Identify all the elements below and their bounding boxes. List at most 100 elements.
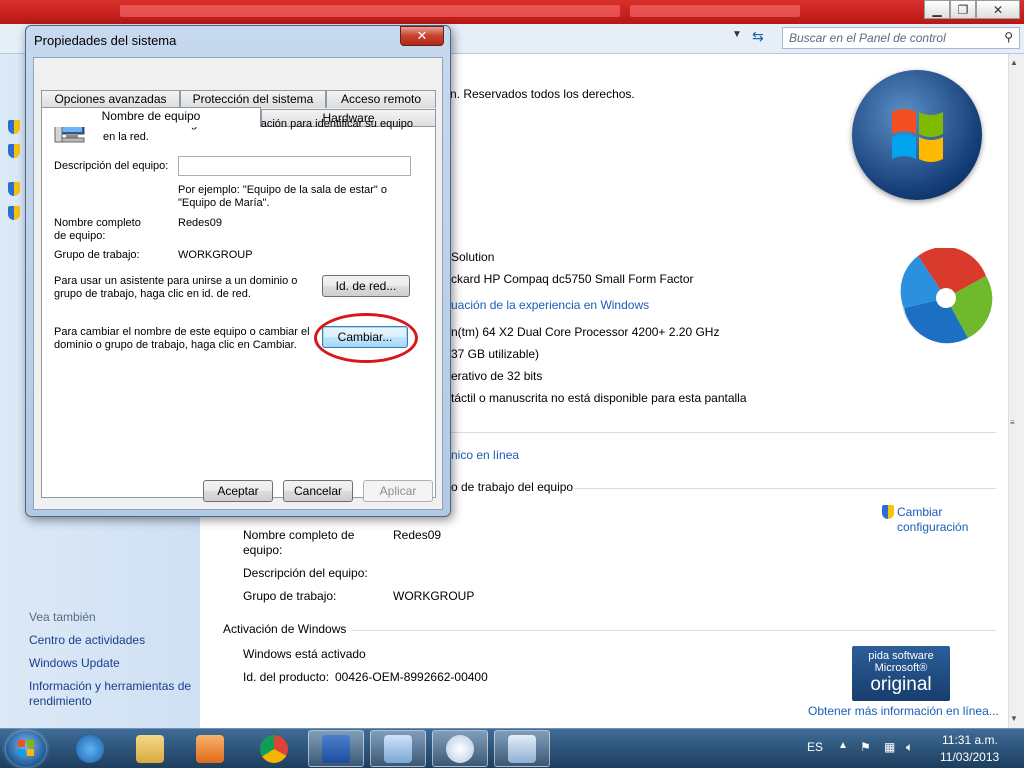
- workgroup-label: Grupo de trabajo:: [54, 249, 140, 261]
- genuine-microsoft-badge: pida software Microsoft® original: [852, 646, 950, 701]
- taskbar-paint[interactable]: [432, 730, 488, 767]
- full-name-value: Redes09: [393, 528, 442, 542]
- computer-section-header: o de trabajo del equipo: [451, 480, 574, 494]
- taskbar-control-panel[interactable]: [370, 730, 426, 767]
- example-text-line2: "Equipo de María".: [178, 197, 270, 209]
- scroll-down-icon[interactable]: ▼: [1010, 714, 1018, 723]
- highlight-circle: [314, 313, 418, 363]
- windows-flag-icon: [892, 109, 943, 162]
- taskbar-word[interactable]: [308, 730, 364, 767]
- full-name-label: Nombre completo de: [243, 528, 355, 542]
- system-line-os-type: erativo de 32 bits: [451, 369, 543, 383]
- paint-icon: [446, 734, 474, 763]
- ok-button[interactable]: Aceptar: [203, 480, 273, 502]
- copyright-text: n. Reservados todos los derechos.: [450, 87, 635, 101]
- start-button[interactable]: [6, 731, 46, 767]
- taskbar-media-player[interactable]: [182, 730, 238, 767]
- genuine-line2: Microsoft®: [874, 662, 928, 674]
- intro-text-line2: en la red.: [103, 131, 149, 143]
- taskbar-chrome[interactable]: [246, 730, 302, 767]
- address-dropdown-icon[interactable]: ▼: [732, 29, 742, 40]
- word-icon: [322, 734, 350, 763]
- system-line-model: ckard HP Compaq dc5750 Small Form Factor: [451, 272, 694, 286]
- apply-button[interactable]: Aplicar: [363, 480, 433, 502]
- description-input[interactable]: [178, 156, 411, 176]
- maximize-button[interactable]: ❐: [950, 0, 976, 19]
- close-icon: ✕: [416, 28, 428, 43]
- language-indicator[interactable]: ES: [807, 740, 823, 754]
- system-properties-dialog: Propiedades del sistema ✕ Opciones avanz…: [25, 25, 451, 517]
- product-id-value: 00426-OEM-8992662-00400: [335, 670, 488, 684]
- experience-index-link[interactable]: uación de la experiencia en Windows: [451, 298, 649, 312]
- network-id-button[interactable]: Id. de red...: [322, 275, 410, 297]
- refresh-icon[interactable]: ⇆: [752, 28, 772, 48]
- product-id-label: Id. del producto:: [243, 670, 330, 684]
- cancel-button[interactable]: Cancelar: [283, 480, 353, 502]
- see-also-windows-update[interactable]: Windows Update: [29, 656, 120, 670]
- tab-advanced-options[interactable]: Opciones avanzadas: [41, 90, 180, 108]
- shield-icon: [8, 206, 20, 220]
- performance-tools-icon: [900, 248, 993, 344]
- taskbar-explorer[interactable]: [122, 730, 178, 767]
- volume-icon[interactable]: 🔈︎: [906, 740, 913, 755]
- activation-header: Activación de Windows: [223, 622, 347, 636]
- action-center-flag-icon[interactable]: ⚑: [860, 740, 871, 754]
- tray-expand-icon[interactable]: ▲: [838, 740, 848, 751]
- shield-icon: [8, 144, 20, 158]
- workgroup-label: Grupo de trabajo:: [243, 589, 337, 603]
- example-text: Por ejemplo: "Equipo de la sala de estar…: [178, 184, 387, 196]
- network-icon[interactable]: ▦: [884, 740, 895, 754]
- folder-icon: [136, 734, 164, 763]
- windows-logo: [852, 70, 982, 200]
- scroll-grip-icon[interactable]: ≡: [1010, 418, 1015, 427]
- description-label: Descripción del equipo:: [243, 566, 368, 580]
- join-domain-text-line2: grupo de trabajo, haga clic en id. de re…: [54, 288, 251, 300]
- control-panel-icon: [384, 734, 412, 763]
- search-icon[interactable]: ⚲: [1004, 30, 1013, 44]
- search-input[interactable]: Buscar en el Panel de control ⚲: [782, 27, 1020, 49]
- computer-icon: [508, 734, 536, 763]
- tab-system-protection[interactable]: Protección del sistema: [180, 90, 326, 108]
- system-line-touch: táctil o manuscrita no está disponible p…: [451, 391, 747, 405]
- change-settings-link-line2[interactable]: configuración: [897, 520, 968, 534]
- chrome-icon: [260, 734, 288, 763]
- windows-start-icon: [18, 740, 34, 756]
- system-line-memory: 37 GB utilizable): [451, 347, 540, 361]
- tab-computer-name[interactable]: Nombre de equipo: [41, 107, 261, 127]
- system-line-manufacturer: Solution: [451, 250, 495, 264]
- taskbar-internet-explorer[interactable]: [62, 730, 118, 767]
- close-window-button[interactable]: ✕: [976, 0, 1020, 19]
- full-name-label-line2: de equipo:: [54, 230, 106, 242]
- background-window-titlebar: [0, 0, 1024, 24]
- taskbar-system-properties[interactable]: [494, 730, 550, 767]
- blurred-tools: [630, 5, 800, 17]
- shield-icon: [8, 120, 20, 134]
- system-line-processor: n(tm) 64 X2 Dual Core Processor 4200+ 2.…: [451, 325, 720, 339]
- tab-remote-access[interactable]: Acceso remoto: [326, 90, 436, 108]
- shield-icon: [8, 182, 20, 196]
- genuine-line1: pida software: [868, 650, 934, 662]
- dialog-title: Propiedades del sistema: [34, 33, 177, 48]
- minimize-button[interactable]: ▁: [924, 0, 950, 19]
- dialog-close-button[interactable]: ✕: [400, 26, 444, 46]
- clock-date[interactable]: 11/03/2013: [940, 750, 999, 764]
- section-divider: [574, 488, 996, 489]
- see-also-performance-tools-line2[interactable]: rendimiento: [29, 694, 92, 708]
- activation-status: Windows está activado: [243, 647, 366, 661]
- change-settings-link[interactable]: Cambiar: [897, 505, 942, 519]
- shield-icon: [882, 505, 894, 519]
- more-info-link[interactable]: Obtener más información en línea...: [808, 704, 999, 718]
- media-player-icon: [196, 734, 224, 763]
- clock-time[interactable]: 11:31 a.m.: [942, 733, 998, 747]
- window-controls: ▁ ❐ ✕: [924, 0, 1020, 19]
- online-support-link[interactable]: nico en línea: [451, 448, 519, 462]
- scroll-up-icon[interactable]: ▲: [1010, 58, 1018, 67]
- vertical-scrollbar[interactable]: [1008, 54, 1024, 728]
- see-also-action-center[interactable]: Centro de actividades: [29, 633, 145, 647]
- search-placeholder: Buscar en el Panel de control: [789, 31, 946, 45]
- description-label: Descripción del equipo:: [54, 160, 169, 172]
- section-divider: [440, 432, 996, 433]
- full-name-label: Nombre completo: [54, 217, 141, 229]
- see-also-performance-tools[interactable]: Información y herramientas de: [29, 679, 191, 693]
- join-domain-text: Para usar un asistente para unirse a un …: [54, 275, 298, 287]
